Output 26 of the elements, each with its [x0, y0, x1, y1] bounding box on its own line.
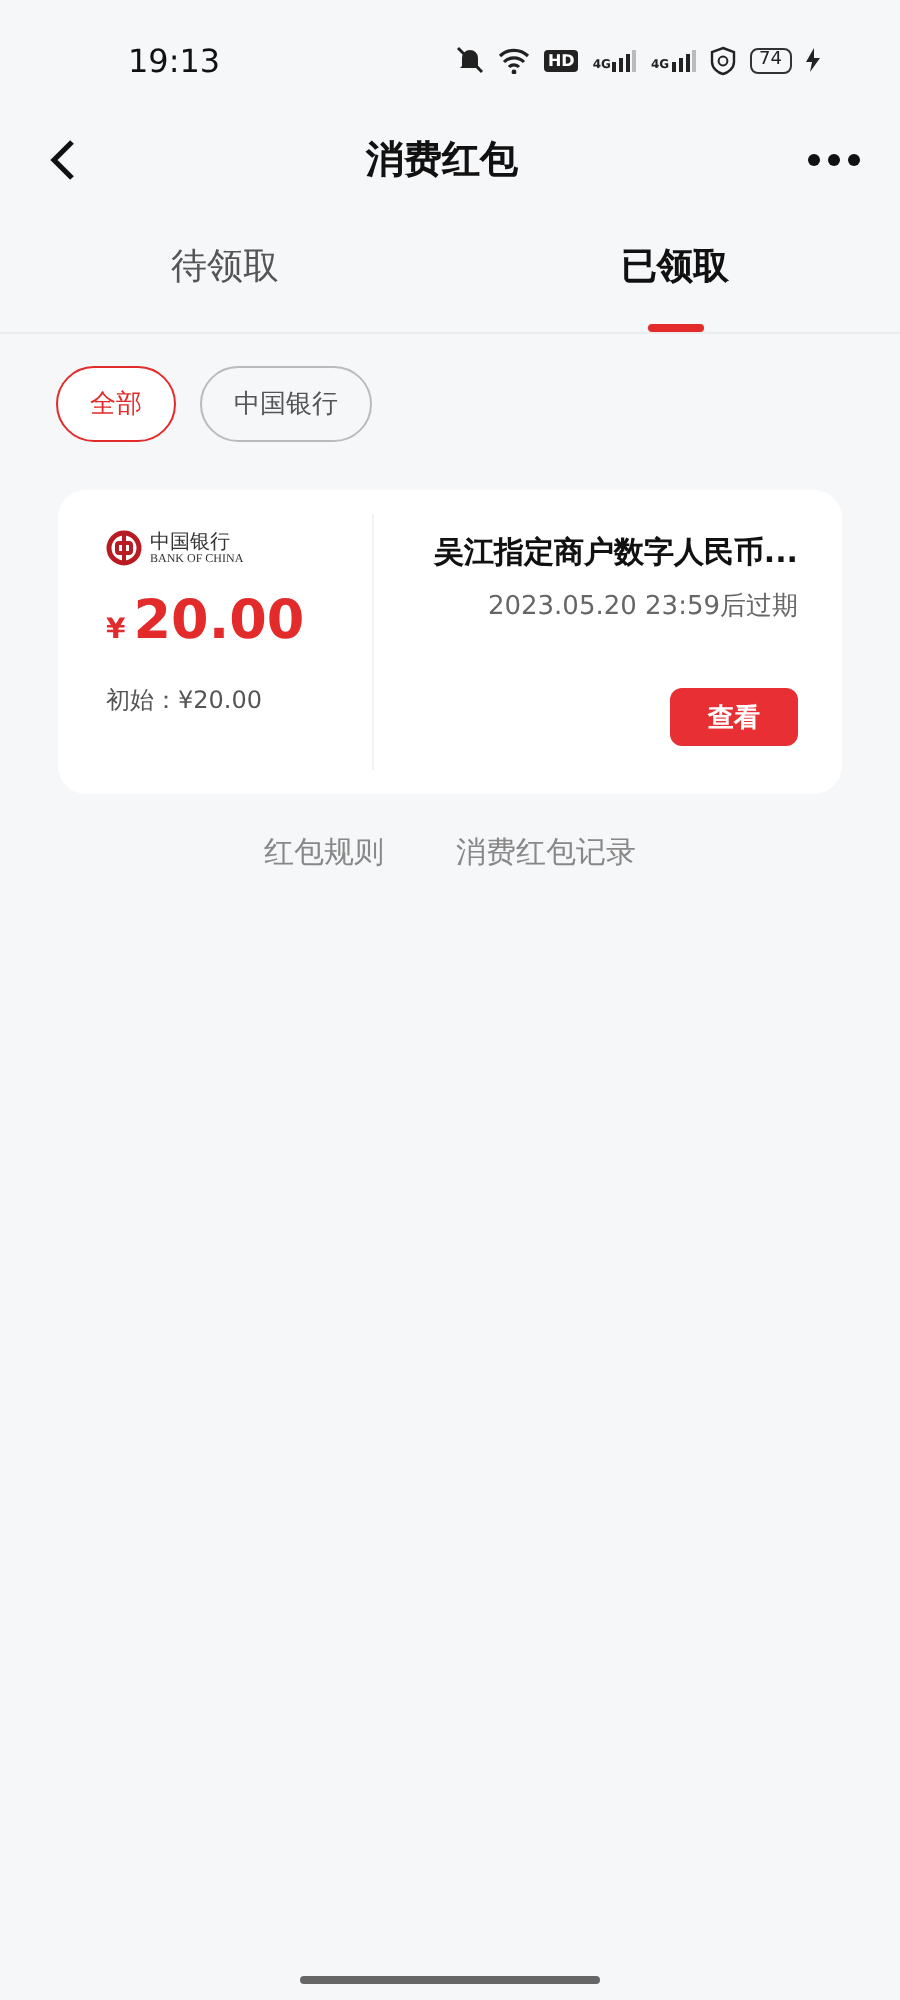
battery-level: 74 — [749, 47, 792, 73]
coupon-title: 吴江指定商户数字人民币... — [433, 534, 798, 572]
charging-icon — [806, 48, 820, 72]
bank-name: 中国银行 — [150, 531, 232, 553]
back-icon[interactable] — [48, 138, 76, 182]
currency-sign: ¥ — [106, 614, 126, 646]
tab[interactable]: 待领取 — [0, 200, 450, 332]
filter-chip[interactable]: 中国银行 — [200, 366, 372, 442]
signal-icon — [612, 49, 637, 71]
coupon-amount: 20.00 — [133, 590, 305, 652]
wifi-icon — [497, 47, 530, 73]
bank-emblem-icon — [106, 530, 142, 566]
shield-icon — [709, 45, 736, 75]
hd-icon: HD — [543, 49, 579, 71]
filter-chip[interactable]: 全部 — [56, 366, 176, 442]
footer-link[interactable]: 消费红包记录 — [456, 834, 636, 872]
status-time: 19:13 — [128, 41, 221, 79]
page-title: 消费红包 — [366, 136, 518, 186]
expiry-date: 2023.05.20 23:59后过期 — [487, 590, 798, 624]
bell-muted-icon — [455, 46, 484, 74]
more-icon[interactable] — [808, 154, 860, 166]
footer-link[interactable]: 红包规则 — [264, 834, 384, 872]
tab[interactable]: 已领取 — [450, 200, 900, 332]
view-button[interactable]: 查看 — [670, 688, 798, 746]
initial-amount: 初始：¥20.00 — [106, 684, 264, 718]
signal-icon — [671, 49, 696, 71]
